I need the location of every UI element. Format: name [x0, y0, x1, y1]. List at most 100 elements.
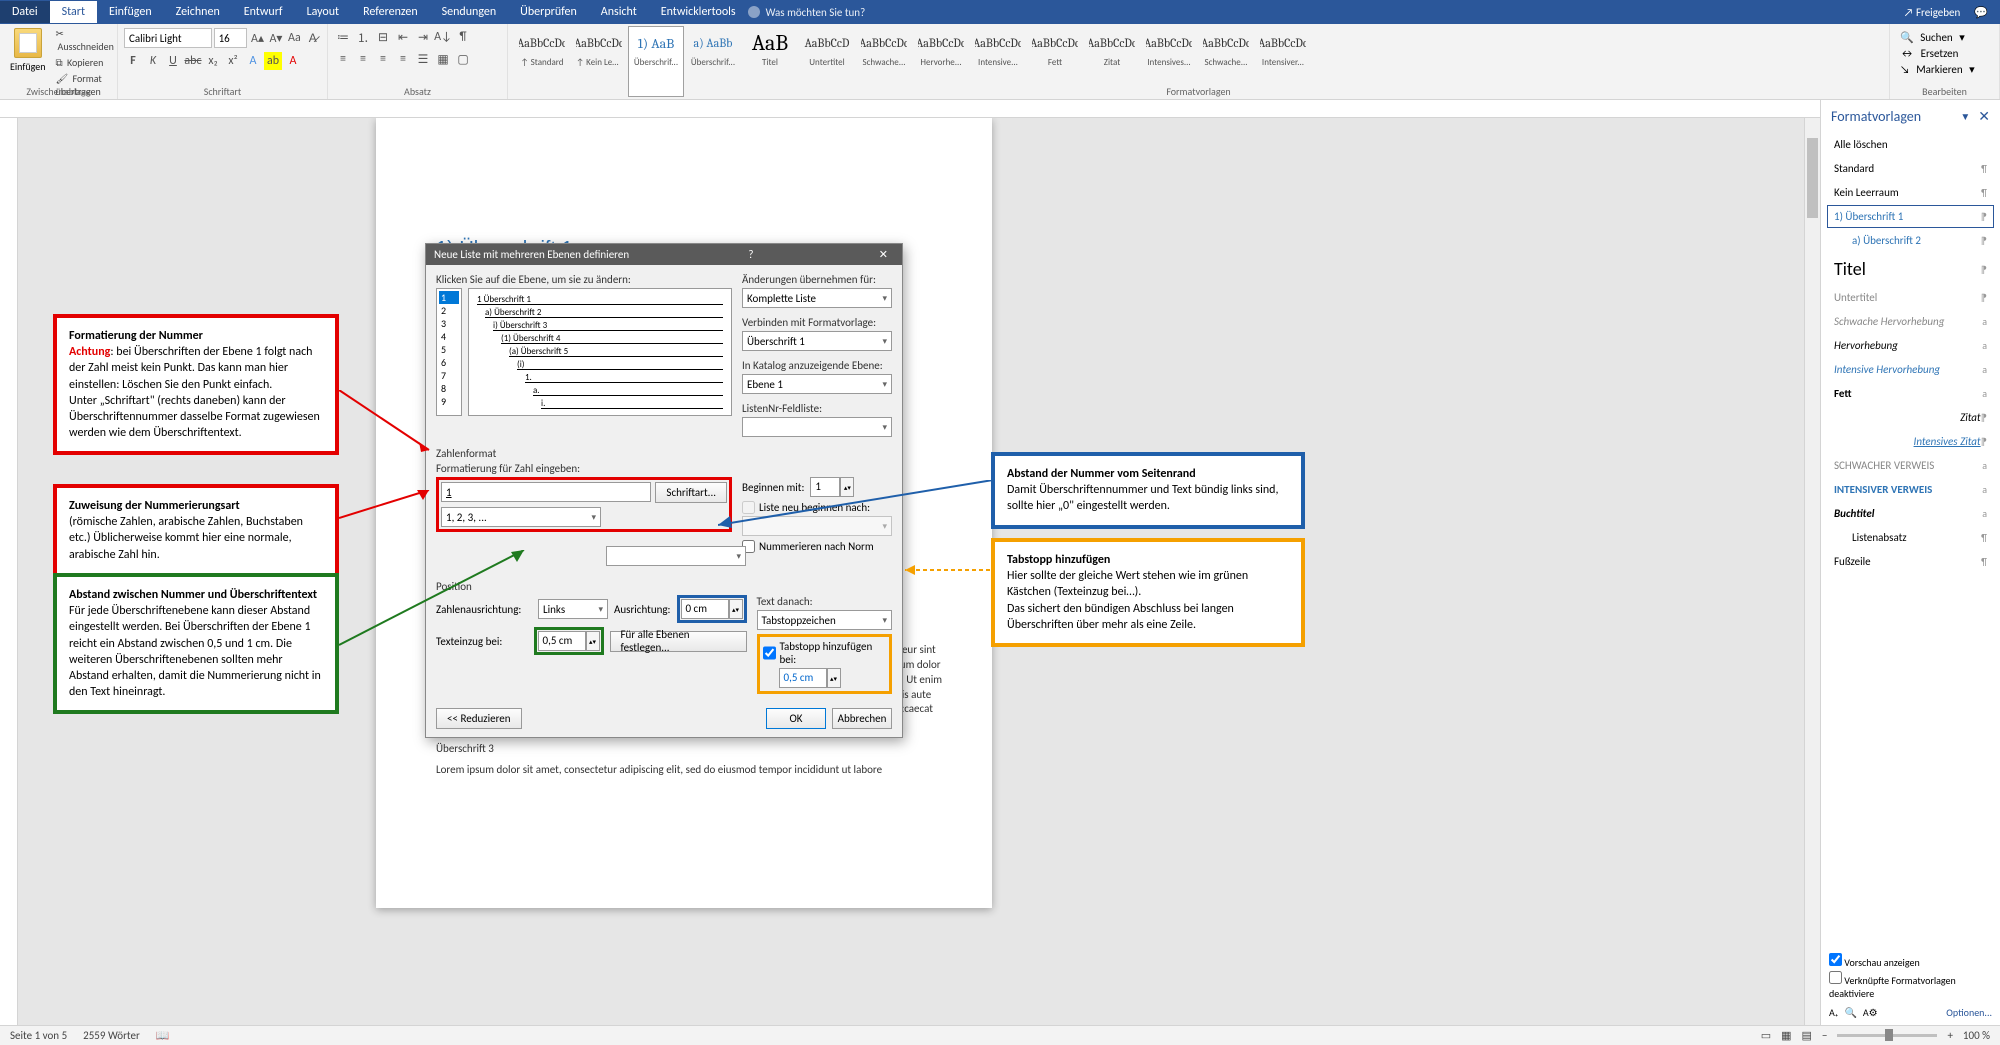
font-button[interactable]: Schriftart... — [655, 482, 727, 503]
superscript-icon[interactable]: x² — [224, 52, 242, 70]
horizontal-ruler[interactable] — [0, 100, 2000, 118]
cancel-button[interactable]: Abbrechen — [832, 708, 892, 729]
strike-icon[interactable]: abc — [184, 52, 202, 70]
follow-by-combo[interactable]: Tabstoppzeichen — [757, 610, 893, 630]
italic-icon[interactable]: K — [144, 52, 162, 70]
cut-button[interactable]: ✂ Ausschneiden — [54, 26, 118, 54]
style-pane-item[interactable]: Fußzeile¶ — [1827, 550, 1994, 573]
aligned-at-spinner[interactable]: 0 cm▴▾ — [681, 599, 743, 619]
include-prev-combo[interactable] — [606, 546, 746, 566]
tab-layout[interactable]: Layout — [295, 1, 352, 23]
number-format-input[interactable]: 1 — [441, 482, 651, 502]
tab-developer[interactable]: Entwicklertools — [649, 1, 748, 23]
norm-checkbox[interactable]: Nummerieren nach Norm — [742, 540, 892, 553]
zoom-out-icon[interactable]: − — [1822, 1029, 1827, 1042]
find-button[interactable]: 🔍 Suchen ▾ — [1896, 30, 1993, 45]
clear-all[interactable]: Alle löschen — [1827, 133, 1994, 156]
style-pane-item[interactable]: Hervorhebunga — [1827, 334, 1994, 357]
style-pane-item[interactable]: Untertitel⁋ — [1827, 286, 1994, 309]
style-pane-item[interactable]: Zitat⁋ — [1827, 406, 1994, 429]
style-inspector-icon[interactable]: 🔍 — [1844, 1006, 1856, 1019]
tell-me[interactable]: Was möchten Sie tun? — [748, 6, 866, 19]
options-link[interactable]: Optionen... — [1946, 1006, 1992, 1019]
shading-icon[interactable]: ▦ — [434, 50, 452, 68]
add-tab-checkbox[interactable]: Tabstopp hinzufügen bei: — [763, 640, 887, 666]
zoom-slider[interactable] — [1837, 1034, 1937, 1037]
clear-format-icon[interactable]: A̷ — [305, 29, 321, 47]
vertical-ruler[interactable] — [0, 118, 18, 1025]
copy-button[interactable]: ⧉ Kopieren — [54, 55, 118, 70]
font-color-icon[interactable]: A — [284, 52, 302, 70]
style-pane-item[interactable]: Titel⁋ — [1827, 253, 1994, 285]
style-pane-item[interactable]: INTENSIVER VERWEISa — [1827, 478, 1994, 501]
tab-insert[interactable]: Einfügen — [97, 1, 164, 23]
style-pane-item[interactable]: Intensives Zitat⁋ — [1827, 430, 1994, 453]
select-button[interactable]: ↘ Markieren ▾ — [1896, 62, 1993, 77]
view-print-icon[interactable]: ▦ — [1781, 1029, 1791, 1042]
font-size-combo[interactable]: 16 — [214, 28, 248, 48]
style-pane-item[interactable]: a) Überschrift 2⁋ — [1827, 229, 1994, 252]
comments-icon[interactable]: 💬 — [1974, 6, 1988, 19]
borders-icon[interactable]: ▢ — [454, 50, 472, 68]
ok-button[interactable]: OK — [766, 708, 826, 729]
dialog-titlebar[interactable]: Neue Liste mit mehreren Ebenen definiere… — [426, 244, 902, 265]
inc-indent-icon[interactable]: ⇥ — [414, 28, 432, 46]
set-all-levels-button[interactable]: Für alle Ebenen festlegen... — [610, 631, 747, 652]
replace-button[interactable]: ↔ Ersetzen — [1896, 46, 1993, 61]
tab-mailings[interactable]: Sendungen — [430, 1, 509, 23]
tab-review[interactable]: Überprüfen — [508, 1, 589, 23]
show-preview-checkbox[interactable]: Vorschau anzeigen — [1829, 953, 1992, 969]
listnr-combo[interactable] — [742, 417, 892, 437]
zoom-level[interactable]: 100 % — [1963, 1029, 1990, 1042]
view-read-icon[interactable]: ▭ — [1761, 1029, 1771, 1042]
style-pane-item[interactable]: Buchtitela — [1827, 502, 1994, 525]
text-indent-spinner[interactable]: 0,5 cm▴▾ — [538, 631, 600, 651]
style-pane-item[interactable]: Fetta — [1827, 382, 1994, 405]
restart-checkbox[interactable]: Liste neu beginnen nach: — [742, 501, 892, 514]
close-icon[interactable]: ✕ — [873, 248, 894, 261]
style-pane-item[interactable]: Intensive Hervorhebunga — [1827, 358, 1994, 381]
pilcrow-icon[interactable]: ¶ — [454, 28, 472, 46]
style-pane-item[interactable]: SCHWACHER VERWEISa — [1827, 454, 1994, 477]
manage-styles-icon[interactable]: A⚙ — [1863, 1006, 1878, 1019]
style-pane-item[interactable]: Schwache Hervorhebunga — [1827, 310, 1994, 333]
grow-font-icon[interactable]: A▴ — [249, 29, 265, 47]
view-web-icon[interactable]: ▤ — [1802, 1029, 1812, 1042]
link-style-combo[interactable]: Überschrift 1 — [742, 331, 892, 351]
page-indicator[interactable]: Seite 1 von 5 — [10, 1029, 67, 1042]
tab-draw[interactable]: Zeichnen — [164, 1, 232, 23]
shrink-font-icon[interactable]: A▾ — [268, 29, 284, 47]
numbering-icon[interactable]: ⒈ — [354, 28, 372, 46]
bullets-icon[interactable]: ≔ — [334, 28, 352, 46]
justify-icon[interactable]: ≡ — [394, 50, 412, 68]
help-icon[interactable]: ? — [742, 248, 759, 261]
change-case-icon[interactable]: Aa — [286, 29, 302, 47]
tab-file[interactable]: Datei — [0, 1, 50, 23]
font-name-combo[interactable]: Calibri Light — [124, 28, 212, 48]
num-align-combo[interactable]: Links — [538, 599, 608, 619]
multilevel-icon[interactable]: ⊟ — [374, 28, 392, 46]
share-button[interactable]: ↗ Freigeben — [1904, 6, 1961, 19]
disable-linked-checkbox[interactable]: Verknüpfte Formatvorlagen deaktiviere — [1829, 971, 1992, 1000]
reduce-button[interactable]: << Reduzieren — [436, 708, 522, 729]
align-right-icon[interactable]: ≡ — [374, 50, 392, 68]
align-center-icon[interactable]: ≡ — [354, 50, 372, 68]
highlight-icon[interactable]: ab — [264, 52, 282, 70]
zoom-in-icon[interactable]: + — [1947, 1029, 1952, 1042]
style-pane-item[interactable]: Kein Leerraum¶ — [1827, 181, 1994, 204]
tab-start[interactable]: Start — [50, 1, 97, 23]
line-spacing-icon[interactable]: ☰ — [414, 50, 432, 68]
subscript-icon[interactable]: x₂ — [204, 52, 222, 70]
align-left-icon[interactable]: ≡ — [334, 50, 352, 68]
gallery-combo[interactable]: Ebene 1 — [742, 374, 892, 394]
pane-close-icon[interactable]: ✕ — [1978, 108, 1990, 125]
language-icon[interactable]: 📖 — [156, 1029, 170, 1042]
level-list[interactable]: 123456789 — [436, 288, 462, 416]
style-pane-item[interactable]: Standard¶ — [1827, 157, 1994, 180]
bold-icon[interactable]: F — [124, 52, 142, 70]
tab-design[interactable]: Entwurf — [232, 1, 295, 23]
dec-indent-icon[interactable]: ⇤ — [394, 28, 412, 46]
style-pane-item[interactable]: Listenabsatz¶ — [1827, 526, 1994, 549]
apply-combo[interactable]: Komplette Liste — [742, 288, 892, 308]
tab-view[interactable]: Ansicht — [589, 1, 649, 23]
